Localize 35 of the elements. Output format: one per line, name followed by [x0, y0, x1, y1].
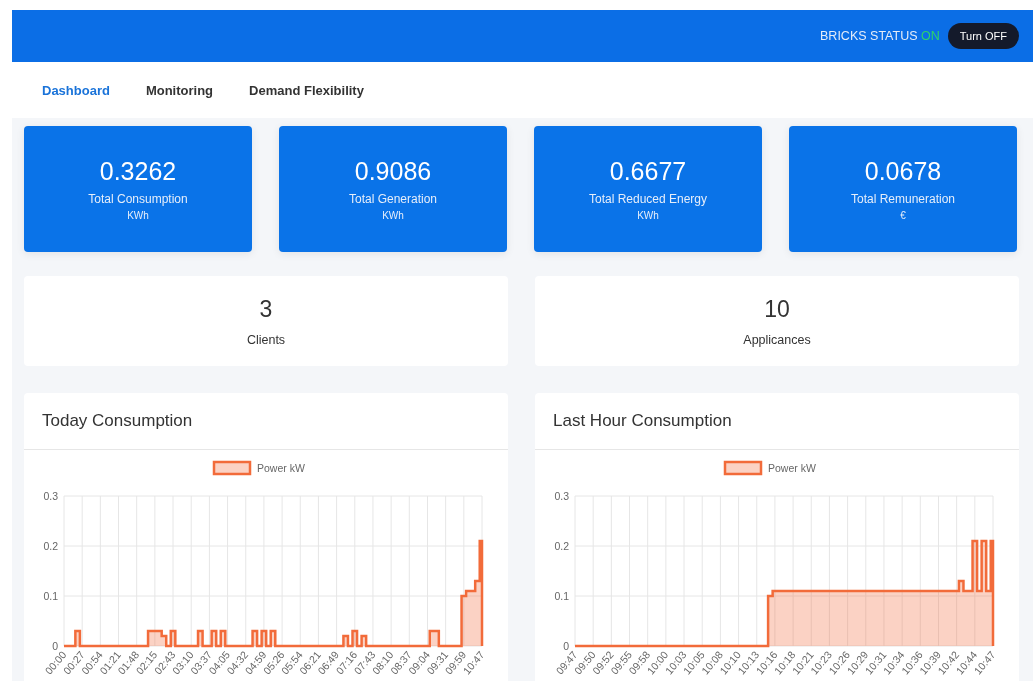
- stat-label: Total Consumption: [88, 192, 188, 206]
- y-tick-label: 0.2: [43, 540, 58, 552]
- nav-tab[interactable]: Dashboard: [42, 82, 110, 98]
- stat-value: 0.9086: [354, 157, 432, 186]
- stat-value: 0.0678: [864, 157, 942, 186]
- nav-tab[interactable]: Demand Flexibility: [249, 82, 364, 98]
- y-tick-label: 0.2: [554, 540, 569, 552]
- legend-swatch: [723, 460, 763, 476]
- y-tick-label: 0: [52, 640, 58, 652]
- stat-unit: KWh: [127, 210, 149, 221]
- y-tick-label: 0.3: [554, 490, 569, 502]
- stat-label: Total Remuneration: [850, 192, 956, 206]
- stat-value: 0.3262: [99, 157, 177, 186]
- stat-value: 0.6677: [609, 157, 687, 186]
- legend-label: Power kW: [768, 462, 816, 474]
- stat-unit: KWh: [382, 210, 404, 221]
- stat-unit: KWh: [637, 210, 659, 221]
- y-tick-label: 0.1: [554, 590, 569, 602]
- y-tick-label: 0: [563, 640, 569, 652]
- count-value: 3: [259, 295, 273, 323]
- y-tick-label: 0.1: [43, 590, 58, 602]
- count-label: Applicances: [743, 332, 811, 347]
- count-value: 10: [764, 295, 790, 323]
- stat-label: Total Generation: [348, 192, 438, 206]
- stat-unit: €: [900, 210, 906, 221]
- count-label: Clients: [246, 332, 286, 347]
- status-text: BRICKS STATUS ON: [820, 29, 940, 43]
- chart-title: Last Hour Consumption: [553, 411, 732, 431]
- legend-label: Power kW: [257, 462, 305, 474]
- nav-tab[interactable]: Monitoring: [145, 82, 214, 98]
- chart-title: Today Consumption: [42, 411, 193, 431]
- y-tick-label: 0.3: [43, 490, 58, 502]
- legend-swatch: [212, 460, 252, 476]
- turn-off-button[interactable]: Turn OFF: [947, 23, 1019, 49]
- stat-label: Total Reduced Energy: [588, 192, 708, 206]
